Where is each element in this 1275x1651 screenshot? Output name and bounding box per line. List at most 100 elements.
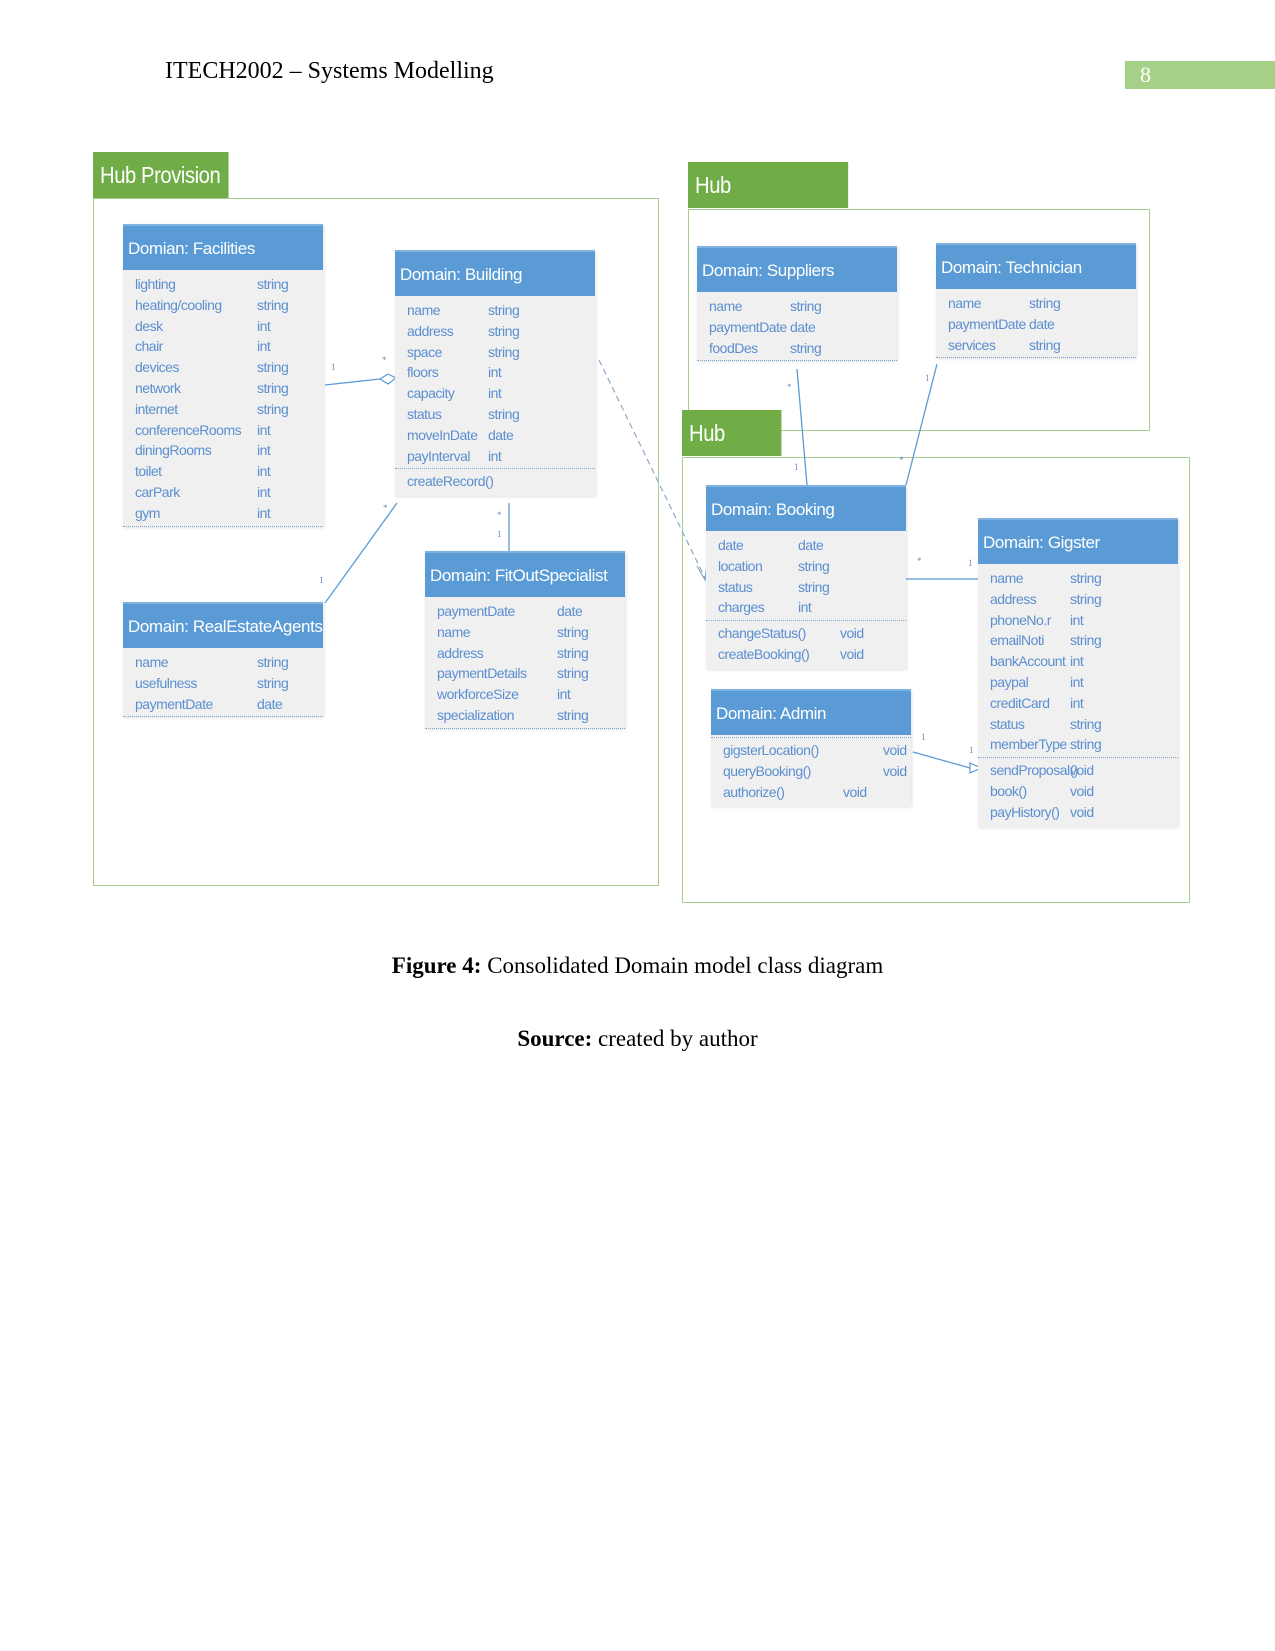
attribute-row: emailNoti string: [990, 630, 1178, 651]
attribute-type: int: [257, 338, 271, 355]
attribute-type: int: [798, 599, 812, 616]
attribute-name: status: [718, 578, 753, 595]
attribute-type: int: [1070, 673, 1084, 690]
attribute-row: name string: [437, 622, 625, 643]
attribute-compartment: lighting string heating/cooling string desk i…: [123, 270, 323, 527]
attribute-name: paymentDate: [437, 603, 515, 619]
attribute-name: chair: [135, 338, 163, 355]
attribute-name: status: [990, 715, 1025, 732]
attribute-row: paymentDetails string: [437, 663, 625, 684]
attribute-name: paypal: [990, 673, 1029, 690]
attribute-type: string: [1070, 736, 1102, 753]
attribute-name: network: [135, 379, 181, 396]
attribute-row: conferenceRooms int: [135, 420, 323, 441]
method-return-type: void: [840, 645, 864, 662]
attribute-name: creditCard: [990, 694, 1050, 711]
attribute-type: string: [1070, 570, 1102, 586]
source-caption: Source: created by author: [0, 1026, 1275, 1052]
class-title: Domian: Facilities: [123, 224, 323, 270]
attribute-type: string: [557, 665, 589, 682]
attribute-name: name: [407, 302, 441, 318]
admin-gigster-link: [912, 751, 971, 769]
method-row: book() void: [990, 781, 1178, 802]
facilities-building-link: [324, 378, 381, 386]
method-compartment: changeStatus() void createBooking() void: [706, 621, 906, 669]
class-building: Domain: Building name string address string s…: [395, 250, 595, 497]
attribute-type: int: [557, 686, 571, 703]
attribute-row: memberType string: [990, 734, 1178, 755]
attribute-name: gym: [135, 504, 160, 521]
attribute-row: name string: [948, 293, 1136, 314]
attribute-type: string: [1029, 295, 1061, 311]
attribute-row: network string: [135, 378, 323, 399]
attribute-row: paymentDate date: [437, 601, 625, 622]
attribute-type: string: [488, 302, 520, 318]
attribute-row: name string: [709, 296, 897, 317]
attribute-row: address string: [990, 589, 1178, 610]
attribute-name: toilet: [135, 463, 162, 480]
attribute-row: foodDes string: [709, 338, 897, 359]
class-title: Domain: Technician: [936, 243, 1136, 289]
attribute-type: int: [1070, 694, 1084, 711]
method-name: sendProposal(): [990, 762, 1078, 779]
method-name: book(): [990, 782, 1027, 799]
method-compartment: createRecord(): [395, 469, 595, 496]
attribute-type: string: [1070, 632, 1102, 649]
attribute-row: floors int: [407, 362, 595, 383]
attribute-name: desk: [135, 317, 163, 334]
attribute-name: date: [718, 537, 744, 553]
method-row: authorize() void: [723, 782, 911, 803]
multiplicity-label: *: [497, 510, 502, 520]
attribute-name: address: [990, 590, 1037, 607]
suppliers-booking-link: [796, 368, 808, 486]
attribute-row: paypal int: [990, 672, 1178, 693]
attribute-type: int: [1070, 611, 1084, 628]
attribute-name: bankAccount: [990, 653, 1066, 670]
attribute-row: payInterval int: [407, 446, 595, 467]
attribute-type: string: [488, 343, 520, 360]
attribute-name: lighting: [135, 276, 176, 292]
attribute-row: status string: [407, 404, 595, 425]
attribute-row: toilet int: [135, 461, 323, 482]
attribute-name: paymentDate: [948, 315, 1026, 332]
attribute-type: string: [557, 644, 589, 661]
method-row: createBooking() void: [718, 644, 906, 665]
attribute-row: paymentDate date: [709, 317, 897, 338]
attribute-row: date date: [718, 535, 906, 556]
class-title: Domain: Suppliers: [697, 246, 897, 292]
attribute-row: services string: [948, 335, 1136, 356]
attribute-compartment: name string address string phoneNo.r int email…: [978, 564, 1178, 759]
class-gigster: Domain: Gigster name string address string ph…: [978, 518, 1178, 827]
multiplicity-label: 1: [921, 732, 926, 742]
figure-caption: Figure 4: Consolidated Domain model clas…: [0, 953, 1275, 979]
attribute-type: string: [1070, 590, 1102, 607]
class-suppliers: Domain: Suppliers name string paymentDate da…: [697, 246, 897, 362]
attribute-row: paymentDate date: [135, 694, 323, 715]
attribute-type: date: [1029, 315, 1055, 332]
method-row: gigsterLocation() void: [723, 740, 911, 761]
method-row: payHistory() void: [990, 802, 1178, 823]
attribute-name: location: [718, 557, 763, 574]
building-booking-dependency: [598, 359, 706, 579]
attribute-row: usefulness string: [135, 673, 323, 694]
attribute-type: string: [1070, 715, 1102, 732]
attribute-type: string: [257, 379, 289, 396]
aggregation-diamond-icon: [378, 373, 398, 385]
attribute-name: status: [407, 405, 442, 422]
attribute-name: space: [407, 343, 442, 360]
attribute-name: address: [437, 644, 484, 661]
attribute-row: workforceSize int: [437, 684, 625, 705]
class-title: Domain: Building: [395, 250, 595, 296]
attribute-type: int: [1070, 653, 1084, 670]
attribute-name: internet: [135, 400, 178, 417]
attribute-row: name string: [407, 300, 595, 321]
method-name: createRecord(): [407, 473, 494, 490]
method-row: changeStatus() void: [718, 623, 906, 644]
attribute-name: capacity: [407, 385, 455, 402]
class-fitout-specialist: Domain: FitOutSpecialist paymentDate date n…: [425, 551, 625, 729]
attribute-row: name string: [135, 652, 323, 673]
attribute-type: string: [790, 339, 822, 356]
attribute-compartment: date date location string status string charge…: [706, 531, 906, 622]
attribute-type: int: [257, 463, 271, 480]
method-name: createBooking(): [718, 645, 810, 662]
